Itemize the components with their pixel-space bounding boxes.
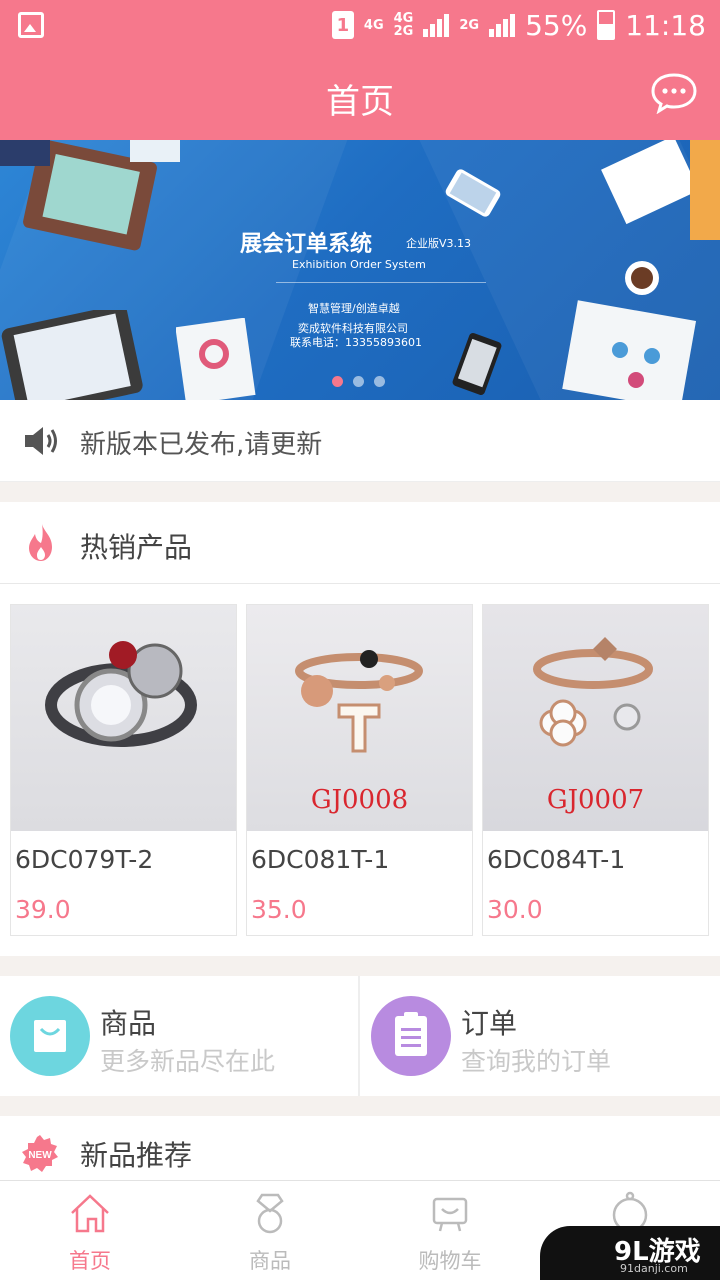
notice-text: 新版本已发布,请更新 — [80, 430, 323, 460]
speaker-icon — [25, 427, 57, 455]
quick-link-subtitle: 更多新品尽在此 — [100, 1047, 276, 1076]
charts-illustration — [562, 300, 697, 400]
promo-banner[interactable]: 展会订单系统 企业版V3.13 Exhibition Order System … — [0, 140, 720, 400]
product-image-label: GJ0008 — [310, 785, 409, 815]
message-icon[interactable] — [650, 72, 698, 114]
signal-icon — [423, 13, 450, 37]
page-title: 首页 — [326, 82, 394, 122]
banner-phone: 联系电话：13355893601 — [290, 336, 422, 349]
carousel-dot-1[interactable] — [332, 376, 343, 387]
phone-illustration-2 — [452, 333, 502, 395]
quick-link-products[interactable]: 商品 更多新品尽在此 — [0, 976, 359, 1096]
app-header: 首页 — [0, 50, 720, 140]
banner-title: 展会订单系统 — [240, 232, 373, 257]
carousel-dot-3[interactable] — [374, 376, 385, 387]
diamond-ring-icon — [256, 1193, 284, 1234]
ring-illustration — [45, 641, 197, 747]
tab-label: 商品 — [249, 1249, 291, 1273]
home-icon — [71, 1194, 109, 1233]
quick-links-divider — [358, 976, 360, 1096]
hot-products-title: 热销产品 — [80, 531, 193, 564]
product-grid: 6DC079T-2 39.0 GJ0008 6DC081T-1 35.0 GJ0… — [0, 584, 720, 956]
status-bar: 1 4G 4G 2G 2G 55% 11:18 — [0, 0, 720, 50]
documents-illustration — [176, 318, 256, 400]
product-card[interactable]: 6DC079T-2 39.0 — [10, 604, 237, 936]
cart-icon — [432, 1197, 468, 1232]
clock: 11:18 — [625, 8, 706, 42]
quick-links: 商品 更多新品尽在此 订单 查询我的订单 — [0, 976, 720, 1096]
gallery-notification-icon — [18, 12, 44, 38]
tablet-illustration — [1, 310, 143, 400]
product-image-label: GJ0007 — [546, 785, 645, 815]
product-image[interactable] — [11, 605, 236, 831]
product-code: 6DC084T-1 — [487, 845, 626, 874]
banner-slogan: 智慧管理/创造卓越 — [308, 302, 400, 315]
notebook-illustration — [601, 140, 720, 240]
tab-label: 购物车 — [418, 1249, 482, 1273]
network-type-b: 4G 2G — [393, 11, 414, 39]
quick-link-subtitle: 查询我的订单 — [461, 1047, 612, 1076]
tab-label: 首页 — [69, 1249, 111, 1273]
status-indicators: 1 4G 4G 2G 2G 55% 11:18 — [331, 6, 706, 44]
clipboard-icon — [371, 996, 451, 1076]
new-badge-icon: NEW — [22, 1135, 58, 1172]
product-code: 6DC081T-1 — [251, 845, 390, 874]
network-type-d: 2G — [459, 17, 480, 33]
network-type-a: 4G — [363, 17, 384, 33]
fire-icon — [29, 524, 52, 561]
new-products-title: 新品推荐 — [80, 1139, 193, 1172]
carousel-dots[interactable] — [332, 376, 385, 387]
banner-subtitle: Exhibition Order System — [292, 258, 426, 271]
tab-products[interactable]: 商品 — [180, 1181, 360, 1280]
product-card[interactable]: GJ0008 6DC081T-1 35.0 — [246, 604, 473, 936]
tab-cart[interactable]: 购物车 — [360, 1181, 540, 1280]
quick-link-title: 订单 — [461, 1007, 518, 1040]
svg-text:NEW: NEW — [28, 1150, 52, 1161]
product-code: 6DC079T-2 — [15, 845, 154, 874]
product-price: 39.0 — [15, 895, 71, 924]
coffee-illustration — [625, 261, 659, 295]
product-price: 30.0 — [487, 895, 543, 924]
quick-link-title: 商品 — [100, 1007, 157, 1040]
sim-icon: 1 — [331, 11, 354, 39]
update-notice[interactable]: 新版本已发布,请更新 — [0, 400, 720, 482]
carousel-dot-2[interactable] — [353, 376, 364, 387]
product-image[interactable]: GJ0007 — [483, 605, 708, 831]
quick-link-orders[interactable]: 订单 查询我的订单 — [361, 976, 720, 1096]
product-price: 35.0 — [251, 895, 307, 924]
banner-divider — [276, 282, 486, 283]
laptop-illustration — [0, 140, 180, 251]
banner-edition: 企业版V3.13 — [406, 237, 472, 250]
tab-home[interactable]: 首页 — [0, 1181, 180, 1280]
hot-products-header: 热销产品 — [0, 502, 720, 584]
new-products-header: NEW 新品推荐 — [0, 1116, 720, 1182]
signal-icon-2 — [489, 13, 516, 37]
battery-percent: 55% — [525, 8, 588, 42]
shopping-bag-icon — [10, 996, 90, 1076]
phone-illustration — [445, 169, 501, 217]
product-card[interactable]: GJ0007 6DC084T-1 30.0 — [482, 604, 709, 936]
battery-icon — [597, 10, 616, 40]
watermark-url: 91danji.com — [620, 1262, 688, 1275]
product-image[interactable]: GJ0008 — [247, 605, 472, 831]
